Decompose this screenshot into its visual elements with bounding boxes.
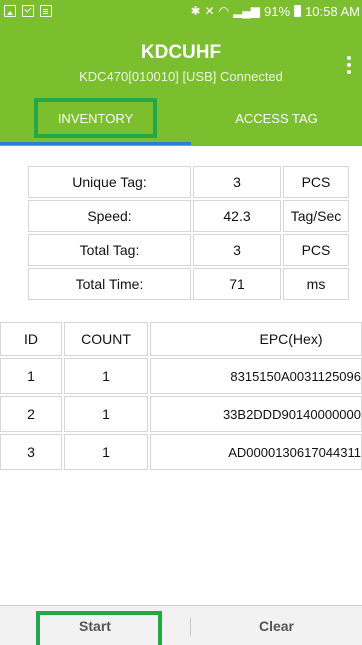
cell-count: 1 — [64, 434, 148, 470]
stat-row-unique-tag: Unique Tag: 3 PCS — [27, 165, 354, 199]
table-row[interactable]: 1 1 8315150A0031125096 — [0, 358, 362, 394]
status-bar: ✱ ✕ ◠ ▂▄▆ 91% 10:58 AM — [0, 0, 362, 22]
app-screen: ✱ ✕ ◠ ▂▄▆ 91% 10:58 AM KDCUHF KDC470[010… — [0, 0, 362, 645]
stat-label: Speed: — [28, 200, 191, 232]
stat-label: Total Tag: — [28, 234, 191, 266]
signal-icon: ▂▄▆ — [233, 4, 261, 18]
cell-id: 2 — [0, 396, 62, 432]
stat-value: 3 — [193, 234, 281, 266]
cell-epc: 33B2DDD90140000000 — [150, 396, 362, 432]
cell-count: 1 — [64, 396, 148, 432]
cell-id: 1 — [0, 358, 62, 394]
cell-epc: 8315150A0031125096 — [150, 358, 362, 394]
stat-unit: ms — [283, 268, 349, 300]
stat-label: Total Time: — [28, 268, 191, 300]
battery-icon — [294, 5, 302, 17]
column-header-epc: EPC(Hex) — [150, 322, 362, 356]
start-highlight-box — [36, 611, 162, 645]
stat-value: 42.3 — [193, 200, 281, 232]
overflow-menu-icon[interactable] — [346, 56, 352, 76]
app-bar: KDCUHF KDC470[010010] [USB] Connected — [0, 22, 362, 90]
tab-bar: INVENTORY ACCESS TAG — [0, 90, 362, 146]
app-title: KDCUHF — [140, 42, 222, 63]
document-notification-icon — [40, 5, 52, 17]
inventory-highlight-box — [34, 98, 157, 138]
stat-value: 3 — [193, 166, 281, 198]
column-header-id: ID — [0, 322, 62, 356]
inventory-stats: Unique Tag: 3 PCS Speed: 42.3 Tag/Sec To… — [27, 165, 354, 301]
battery-percent: 91% — [264, 3, 291, 19]
table-header: ID COUNT EPC(Hex) — [0, 322, 362, 356]
connection-status: KDC470[010010] [USB] Connected — [79, 69, 283, 84]
clock: 10:58 AM — [305, 3, 360, 19]
stat-value: 71 — [193, 268, 281, 300]
bottom-action-bar: Start Clear — [0, 605, 362, 645]
tag-table[interactable]: ID COUNT EPC(Hex) 1 1 8315150A0031125096… — [0, 322, 362, 470]
stat-row-total-tag: Total Tag: 3 PCS — [27, 233, 354, 267]
stat-row-total-time: Total Time: 71 ms — [27, 267, 354, 301]
stat-unit: Tag/Sec — [283, 200, 349, 232]
tab-access-tag[interactable]: ACCESS TAG — [191, 90, 362, 146]
bluetooth-icon: ✱ — [190, 4, 201, 18]
selected-tab-indicator — [0, 142, 191, 145]
cell-id: 3 — [0, 434, 62, 470]
stat-unit: PCS — [283, 234, 349, 266]
wifi-icon: ◠ — [218, 4, 230, 18]
column-header-count: COUNT — [64, 322, 148, 356]
cell-count: 1 — [64, 358, 148, 394]
stat-label: Unique Tag: — [28, 166, 191, 198]
gallery-notification-icon — [4, 5, 16, 17]
table-row[interactable]: 2 1 33B2DDD90140000000 — [0, 396, 362, 432]
table-row[interactable]: 3 1 AD0000130617044311 — [0, 434, 362, 470]
stat-unit: PCS — [283, 166, 349, 198]
cell-epc: AD0000130617044311 — [150, 434, 362, 470]
checkbox-notification-icon — [22, 5, 34, 17]
mute-icon: ✕ — [204, 4, 215, 18]
tab-access-tag-label: ACCESS TAG — [235, 110, 318, 126]
clear-button[interactable]: Clear — [191, 606, 362, 645]
stat-row-speed: Speed: 42.3 Tag/Sec — [27, 199, 354, 233]
